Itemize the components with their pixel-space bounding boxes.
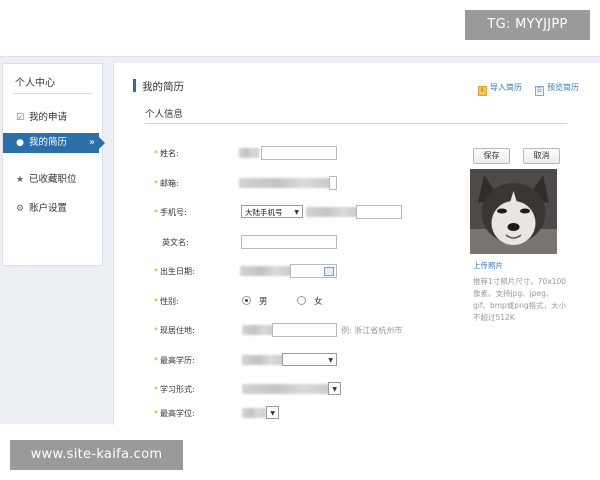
- required-mark: *: [154, 326, 158, 335]
- sidebar-title: 个人中心: [15, 78, 55, 89]
- chevron-down-icon: ▼: [270, 410, 275, 417]
- name-input[interactable]: [261, 146, 337, 160]
- sidebar-item-label: 已收藏职位: [29, 174, 77, 185]
- section-divider: [145, 123, 567, 124]
- phone-label: * 手机号:: [154, 208, 187, 217]
- gender-male-radio[interactable]: [242, 296, 251, 305]
- page-title: 我的简历: [142, 81, 184, 93]
- required-mark: *: [154, 356, 158, 365]
- document-icon: ☰: [535, 86, 544, 96]
- sidebar-item-resume[interactable]: ● 我的简历 »: [3, 133, 105, 153]
- blurred-value: [240, 266, 292, 276]
- gender-male-label: 男: [259, 297, 268, 307]
- blurred-value: [239, 178, 331, 188]
- blurred-value: [242, 408, 266, 418]
- dog-photo-image: [470, 169, 557, 254]
- email-label: * 邮箱:: [154, 179, 179, 188]
- import-icon: ⇩: [478, 86, 487, 96]
- sidebar-item-label: 我的简历: [29, 137, 68, 148]
- phone-region-select[interactable]: 大陆手机号 ▼: [241, 205, 303, 218]
- checkbox-icon: ☑: [15, 113, 25, 123]
- title-accent-bar: [133, 79, 136, 92]
- degree-label: * 最高学位:: [154, 409, 195, 418]
- blurred-value: [242, 384, 330, 394]
- sidebar-item-applications[interactable]: ☑ 我的申请: [3, 108, 102, 128]
- watermark-bottom: www.site-kaifa.com: [10, 440, 183, 470]
- required-mark: *: [154, 297, 158, 306]
- residence-label: * 现居住地:: [154, 326, 195, 335]
- required-mark: *: [154, 208, 158, 217]
- upload-photo-link[interactable]: 上传照片: [473, 260, 503, 271]
- gear-icon: ⚙: [15, 204, 25, 214]
- sidebar-item-saved-jobs[interactable]: ★ 已收藏职位: [3, 170, 102, 190]
- phone-region-value: 大陆手机号: [245, 208, 283, 217]
- study-mode-select[interactable]: ▼: [328, 382, 341, 395]
- birth-date-label: * 出生日期:: [154, 267, 195, 276]
- import-resume-link[interactable]: ⇩ 导入简历: [478, 82, 522, 96]
- chevron-down-icon: ▼: [294, 209, 299, 216]
- residence-input[interactable]: [272, 323, 337, 337]
- gender-label: * 性别:: [154, 297, 179, 306]
- english-name-label: 英文名:: [162, 238, 189, 247]
- required-mark: *: [154, 409, 158, 418]
- required-mark: *: [154, 385, 158, 394]
- required-mark: *: [154, 149, 158, 158]
- chevron-down-icon: ▼: [328, 357, 333, 364]
- watermark-top: TG: MYYJJPP: [465, 10, 590, 40]
- chevron-right-icon: »: [88, 137, 95, 148]
- save-button[interactable]: 保存: [473, 148, 510, 164]
- name-label: * 姓名:: [154, 149, 179, 158]
- profile-photo: [470, 169, 557, 254]
- calendar-icon[interactable]: [324, 267, 334, 276]
- cancel-button[interactable]: 取消: [523, 148, 560, 164]
- section-title: 个人信息: [145, 109, 184, 120]
- photo-requirements-hint: 推荐1寸照片尺寸，70x100像素。支持jpg、jpeg、gif、bmp或png…: [473, 277, 567, 322]
- app-window: 个人中心 ☑ 我的申请 ● 我的简历 » ★ 已收藏职位 ⚙ 账户设置 我的简历…: [0, 56, 600, 425]
- study-mode-label: * 学习形式:: [154, 385, 195, 394]
- main-panel: 我的简历 ⇩ 导入简历 ☰ 预览简历 个人信息 * 姓名: * 邮箱: * 手机号: 大陆…: [113, 63, 600, 425]
- blurred-value: [242, 355, 284, 365]
- required-mark: *: [154, 179, 158, 188]
- email-input[interactable]: [329, 176, 337, 190]
- sidebar: 个人中心 ☑ 我的申请 ● 我的简历 » ★ 已收藏职位 ⚙ 账户设置: [2, 63, 105, 266]
- sidebar-item-label: 账户设置: [29, 203, 68, 214]
- degree-select[interactable]: ▼: [266, 406, 279, 419]
- blurred-value: [239, 148, 259, 158]
- birth-date-input[interactable]: [290, 264, 337, 278]
- sidebar-item-account-settings[interactable]: ⚙ 账户设置: [3, 199, 102, 219]
- preview-resume-label: 预览简历: [547, 83, 579, 92]
- residence-row: * 现居住地: 例: 浙江省杭州市: [114, 323, 600, 339]
- user-icon: ●: [16, 138, 24, 148]
- education-row: * 最高学历: ▼: [114, 353, 600, 369]
- chevron-down-icon: ▼: [332, 386, 337, 393]
- import-resume-label: 导入简历: [490, 83, 522, 92]
- gender-female-radio[interactable]: [297, 296, 306, 305]
- education-select[interactable]: ▼: [282, 353, 337, 366]
- residence-hint: 例: 浙江省杭州市: [341, 326, 403, 335]
- degree-row: * 最高学位: ▼: [114, 406, 600, 422]
- phone-input[interactable]: [356, 205, 402, 219]
- sidebar-item-label: 我的申请: [29, 112, 68, 123]
- star-icon: ★: [15, 175, 25, 185]
- preview-resume-link[interactable]: ☰ 预览简历: [535, 82, 579, 96]
- english-name-input[interactable]: [241, 235, 337, 249]
- required-mark: *: [154, 267, 158, 276]
- blurred-value: [306, 207, 358, 217]
- sidebar-divider: [13, 93, 92, 94]
- gender-female-label: 女: [314, 297, 323, 307]
- study-mode-row: * 学习形式: ▼: [114, 382, 600, 398]
- blurred-value: [242, 325, 274, 335]
- education-label: * 最高学历:: [154, 356, 195, 365]
